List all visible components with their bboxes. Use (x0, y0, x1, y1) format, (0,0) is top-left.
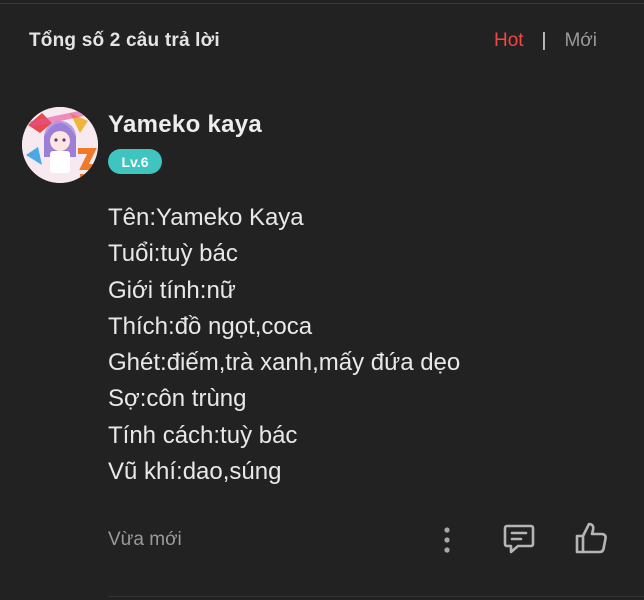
top-divider (0, 3, 644, 4)
more-vertical-icon (444, 527, 450, 553)
reply-button[interactable] (500, 520, 538, 558)
content-line: Thích:đồ ngọt,coca (108, 312, 313, 340)
content-line: Giới tính:nữ (108, 276, 236, 304)
content-line: Tên:Yameko Kaya (108, 204, 304, 231)
content-line: Tuổi:tuỳ bác (108, 240, 238, 268)
comment-icon (503, 524, 535, 554)
like-button[interactable] (572, 518, 610, 558)
sort-hot-tab[interactable]: Hot (494, 30, 524, 52)
content-line: Tính cách:tuỳ bác (108, 421, 298, 449)
sort-separator: | (541, 30, 547, 51)
sort-new-tab[interactable]: Mới (564, 30, 597, 52)
level-badge: Lv.6 (108, 149, 162, 174)
bottom-divider (108, 596, 644, 597)
username[interactable]: Yameko kaya (108, 111, 262, 139)
sort-tabs: Hot | Mới (494, 30, 597, 52)
answer-content: Tên:Yameko Kaya Tuổi:tuỳ bác Giới tính:n… (108, 200, 460, 490)
more-options-button[interactable] (433, 523, 461, 557)
user-avatar[interactable] (22, 107, 98, 183)
thumbs-up-icon (575, 522, 607, 554)
post-time: Vừa mới (108, 529, 182, 550)
answer-count-title: Tổng số 2 câu trả lời (29, 30, 220, 51)
content-line: Sợ:côn trùng (108, 385, 247, 413)
content-line: Vũ khí:dao,súng (108, 458, 282, 486)
content-line: Ghét:điếm,trà xanh,mấy đứa dẹo (108, 349, 461, 377)
answers-header: Tổng số 2 câu trả lời Hot | Mới (29, 28, 609, 56)
avatar-image (22, 107, 98, 183)
